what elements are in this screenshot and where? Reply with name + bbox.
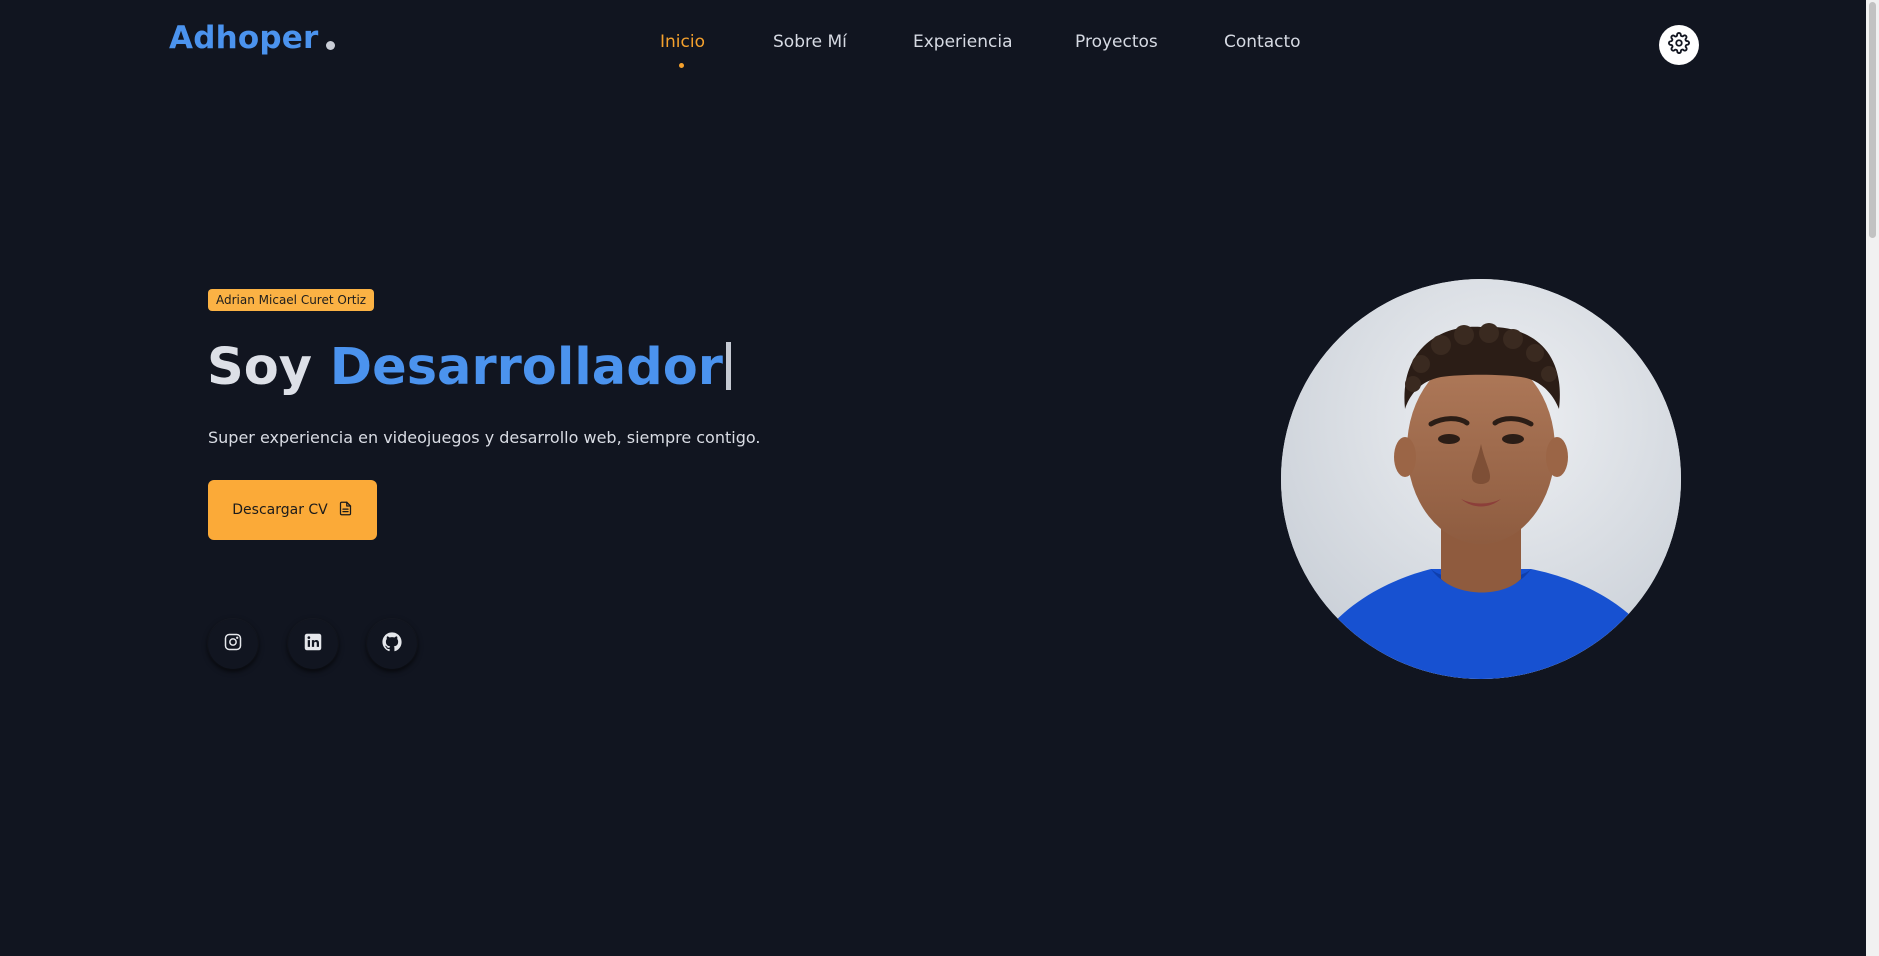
headline-prefix: Soy <box>207 338 313 397</box>
nav-item-sobre-mi[interactable]: Sobre Mí <box>773 32 847 52</box>
github-icon <box>382 632 402 656</box>
nav-item-experiencia[interactable]: Experiencia <box>913 32 1013 52</box>
page-scrollbar[interactable] <box>1866 0 1879 956</box>
scrollbar-thumb[interactable] <box>1869 2 1876 238</box>
social-github-button[interactable] <box>367 619 417 669</box>
hero-headline: Soy Desarrollador <box>207 334 731 402</box>
main-nav: Inicio Sobre Mí Experiencia Proyectos Co… <box>0 0 1866 90</box>
name-badge: Adrian Micael Curet Ortiz <box>208 289 375 311</box>
hero-tagline: Super experiencia en videojuegos y desar… <box>208 428 761 447</box>
profile-photo <box>1281 279 1681 679</box>
social-linkedin-button[interactable] <box>288 619 338 669</box>
site-header: Adhoper Inicio Sobre Mí Experiencia Proy… <box>0 0 1866 90</box>
theme-toggle-button[interactable] <box>1659 25 1699 65</box>
typing-caret <box>725 342 731 390</box>
nav-item-inicio[interactable]: Inicio <box>660 32 705 52</box>
nav-item-contacto[interactable]: Contacto <box>1224 32 1301 52</box>
active-indicator <box>679 63 684 68</box>
document-icon <box>338 500 353 521</box>
cv-button-label: Descargar CV <box>232 502 328 518</box>
social-instagram-button[interactable] <box>208 619 258 669</box>
headline-role: Desarrollador <box>329 338 723 397</box>
linkedin-icon <box>304 633 322 655</box>
instagram-icon <box>224 633 242 655</box>
gear-icon <box>1668 32 1690 58</box>
download-cv-button[interactable]: Descargar CV <box>208 480 377 540</box>
nav-item-proyectos[interactable]: Proyectos <box>1075 32 1158 52</box>
